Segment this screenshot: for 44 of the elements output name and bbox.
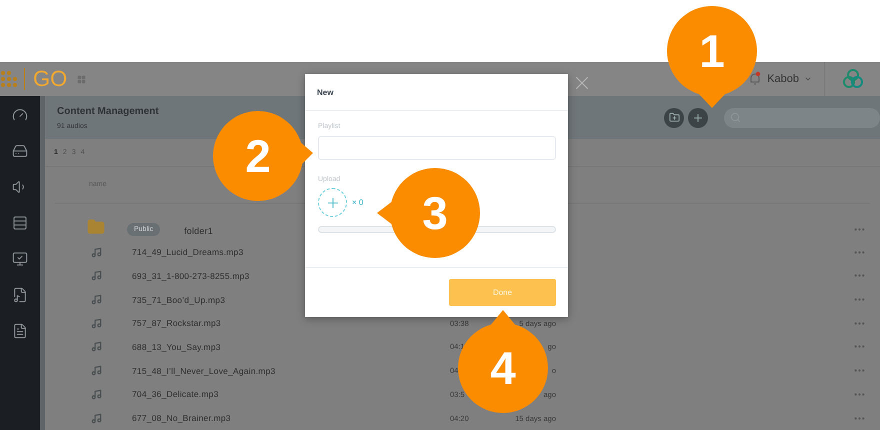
music-note-icon [90, 412, 102, 424]
file-name[interactable]: 757_87_Rockstar.mp3 [132, 318, 221, 328]
callout-number: 1 [699, 25, 725, 77]
search-field[interactable] [724, 108, 880, 128]
file-name[interactable]: 715_48_I’ll_Never_Love_Again.mp3 [132, 366, 276, 376]
brand-name: GO [24, 68, 68, 90]
page-title: Content Management [57, 106, 159, 117]
drive-icon[interactable] [12, 143, 28, 159]
chevron-down-icon [804, 75, 812, 83]
rings-logo-icon [842, 69, 864, 89]
document-icon[interactable] [12, 323, 28, 339]
file-name[interactable]: 714_49_Lucid_Dreams.mp3 [132, 247, 244, 258]
file-name[interactable]: 704_36_Delicate.mp3 [132, 389, 218, 400]
folder-plus-icon [668, 112, 680, 124]
music-note-icon [90, 246, 102, 258]
callout-number: 2 [245, 130, 271, 182]
playlist-input[interactable] [318, 136, 556, 160]
list-icon[interactable] [12, 215, 28, 231]
dialog-title: New [317, 88, 334, 96]
plus-icon [692, 112, 704, 124]
add-folder-button[interactable] [664, 108, 684, 128]
music-note-icon [90, 294, 102, 306]
music-note-icon [90, 270, 102, 282]
file-name[interactable]: 693_31_1-800-273-8255.mp3 [132, 270, 250, 281]
user-menu[interactable]: Kabob [767, 73, 812, 85]
music-note-icon [90, 365, 102, 376]
folder-icon [87, 218, 105, 236]
bell-icon[interactable] [749, 71, 762, 87]
add-button[interactable] [688, 108, 708, 128]
music-note-icon [90, 388, 102, 400]
file-name[interactable]: 688_13_You_Say.mp3 [132, 342, 221, 352]
gauge-icon[interactable] [12, 107, 28, 123]
file-count: × 0 [352, 198, 364, 207]
music-note-icon [90, 318, 102, 329]
callout-number: 3 [422, 187, 448, 239]
folder-name[interactable]: folder1 [184, 226, 213, 236]
file-name[interactable]: 735_71_Boo’d_Up.mp3 [132, 294, 226, 305]
monitor-check-icon[interactable] [12, 251, 28, 267]
callout-number: 4 [490, 342, 516, 394]
apps-grid-icon[interactable] [77, 74, 86, 84]
logo-icon [0, 70, 18, 88]
music-file-icon[interactable] [12, 287, 28, 303]
file-name[interactable]: 677_08_No_Brainer.mp3 [132, 413, 231, 424]
music-note-icon [90, 341, 102, 352]
